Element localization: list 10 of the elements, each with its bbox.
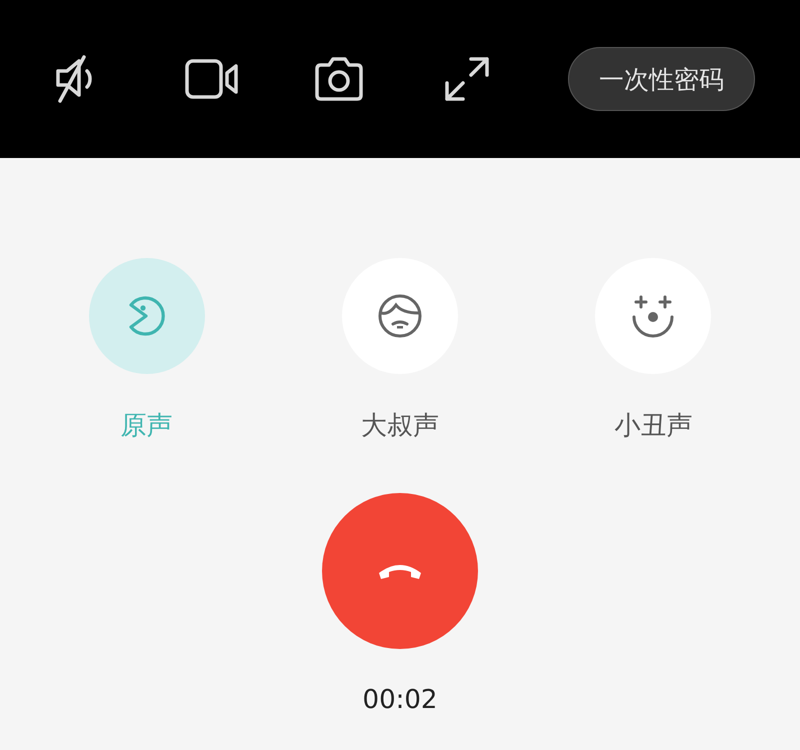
call-timer: 00:02 — [362, 685, 438, 715]
video-camera-icon[interactable] — [184, 57, 240, 101]
clown-face-icon — [630, 293, 676, 339]
man-face-icon — [376, 293, 423, 339]
one-time-password-button[interactable]: 一次性密码 — [568, 47, 755, 111]
camera-icon[interactable] — [313, 55, 365, 103]
expand-icon[interactable] — [442, 55, 490, 103]
voice-label: 小丑声 — [614, 410, 692, 443]
voice-label: 大叔声 — [360, 410, 439, 443]
voice-label: 原声 — [120, 410, 173, 443]
